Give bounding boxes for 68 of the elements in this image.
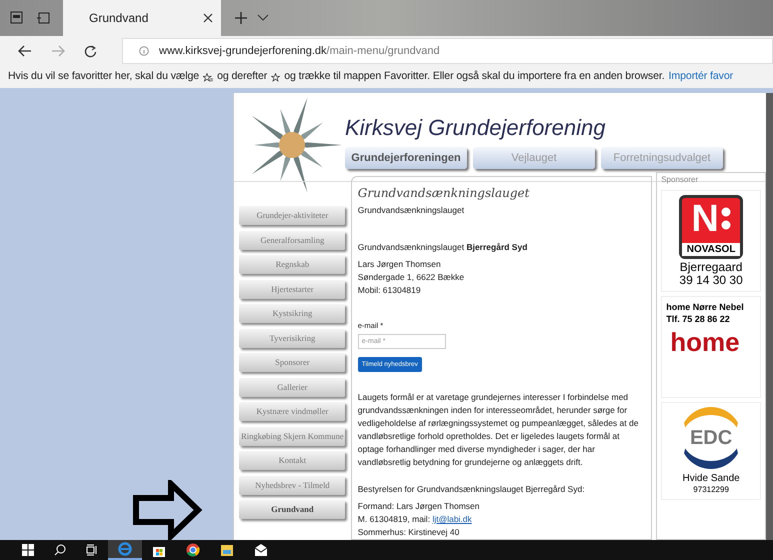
- back-arrow-icon[interactable]: [18, 45, 32, 57]
- sponsor-phone: 97312299: [693, 485, 729, 495]
- mail-icon[interactable]: [254, 543, 268, 557]
- task-view-icon[interactable]: [86, 544, 98, 556]
- sponsor-phone: Tlf. 75 28 86 22: [666, 313, 730, 325]
- article-heading: Grundvandsænkningslauget: [358, 185, 530, 201]
- sidebar-menu-item[interactable]: Grundejer-aktiviteter: [239, 206, 346, 225]
- board-text: Sommerhus: Kirstinevej 40: [358, 526, 460, 539]
- info-icon: [139, 46, 149, 56]
- logo-text: NOVASOL: [682, 243, 740, 256]
- chevron-down-icon[interactable]: [257, 14, 269, 22]
- favorites-hint-text: og trække til mappen Favoritter. Eller også skal du importere fra en anden browser.: [284, 69, 665, 84]
- browser-tab[interactable]: Grundvand: [63, 0, 221, 36]
- search-icon[interactable]: [54, 544, 66, 556]
- folder-icon[interactable]: [220, 543, 234, 557]
- sponsor-phone: 39 14 30 30: [679, 274, 743, 287]
- sponsor-text: Bjerregaard: [680, 261, 742, 274]
- nav-tab[interactable]: Forretningsudvalget: [601, 147, 723, 169]
- star-icon: [271, 72, 280, 82]
- board-text: M. 61304819, mail:: [358, 514, 432, 524]
- sidebar-menu-item[interactable]: Kontakt: [239, 451, 346, 470]
- address-field[interactable]: www.kirksvej-grundejerforening.dk/main-menu/grundvand: [122, 38, 773, 64]
- sponsor-text: home Nørre Nebel: [666, 301, 744, 313]
- sidebar-menu-item[interactable]: Tyverisikring: [239, 328, 346, 348]
- article-paragraph: Laugets formål er at varetage grundejernes interesser I forbindelse med grundvandssænkningen inden for interesseområdet, herunder sørge for vedligeholdelse af rørlægningssystemet og pumpeanlægget, således at de vandløbsretlige forhold opretholdes. Det er ligeledes laugets formål at optage forhandlinger med diverse myndigheder i sager, der har vandløbsretlig betydning for grundejerne og anlæggets drift.: [358, 391, 640, 469]
- favorites-hint-text: Hvis du vil se favoritter her, skal du vælge: [8, 69, 200, 84]
- board-text: Formand: Lars Jørgen Thomsen: [358, 500, 480, 513]
- sidebar-menu-item[interactable]: Ringkøbing Skjern Kommune: [239, 426, 346, 446]
- nav-tab[interactable]: Vejlauget: [473, 147, 595, 169]
- sponsor-card[interactable]: N NOVASOL Bjerregaard 39 14 30 30: [661, 190, 761, 292]
- tabs-icon[interactable]: [10, 11, 24, 25]
- browser-taskbar-button[interactable]: [108, 540, 142, 560]
- sponsor-text: Hvide Sande: [682, 473, 740, 485]
- sidebar-menu-item[interactable]: Kystnære vindmøller: [239, 402, 346, 421]
- sidebar-menu-item[interactable]: Gallerier: [239, 378, 346, 396]
- board-heading: Bestyrelsen for Grundvandsænkningslauget Bjerregård Syd:: [358, 483, 586, 496]
- article-subtitle: Grundvandsænkningslauget: [358, 204, 466, 217]
- star-list-icon: [203, 72, 214, 82]
- contact-text: Mobil: 61304819: [358, 284, 422, 297]
- windows-start-icon[interactable]: [22, 544, 34, 556]
- sidebar-menu-item[interactable]: Hjertestarter: [239, 280, 346, 298]
- close-icon[interactable]: [203, 13, 213, 23]
- chrome-icon[interactable]: [186, 543, 200, 557]
- sponsor-card[interactable]: EDC Hvide Sande 97312299: [661, 402, 761, 500]
- refresh-icon[interactable]: [84, 44, 97, 58]
- logo-letter: N: [691, 200, 719, 238]
- sidebar-menu-item[interactable]: Regnskab: [239, 255, 346, 274]
- site-title: Kirksvej Grundejerforening: [345, 115, 606, 141]
- home-logo: home: [669, 329, 740, 355]
- new-tab-icon[interactable]: [235, 12, 247, 24]
- sidebar-menu-item[interactable]: Kystsikring: [239, 304, 346, 323]
- right-arrow-icon: [133, 480, 203, 540]
- email-link[interactable]: ljt@labi.dk: [432, 514, 472, 524]
- organisation-line: Grundvandsænkningslauget Bjerregård Syd: [358, 241, 528, 254]
- sidebar-menu-item[interactable]: Nyhedsbrev - Tilmeld: [239, 476, 346, 494]
- nav-tab[interactable]: Grundejerforeningen: [345, 147, 467, 169]
- favorites-hint-text: og derefter: [217, 69, 268, 84]
- contact-text: Søndergade 1, 6622 Bække: [358, 271, 466, 284]
- sidebar-menu-item[interactable]: Sponsorer: [239, 353, 346, 372]
- dots-icon: [720, 207, 731, 231]
- sponsor-card[interactable]: home Nørre Nebel Tlf. 75 28 86 22 home: [661, 296, 761, 398]
- browser-e-icon: [118, 542, 132, 556]
- set-aside-tabs-icon[interactable]: [36, 11, 50, 25]
- sidebar-menu-item[interactable]: Grundvand: [239, 500, 346, 519]
- contact-text: Lars Jørgen Thomsen: [358, 258, 442, 271]
- import-favorites-link[interactable]: Importér favor: [668, 69, 734, 85]
- sponsor-heading: Sponsorer: [661, 174, 700, 186]
- sidebar-menu-item[interactable]: Generalforsamling: [239, 230, 346, 250]
